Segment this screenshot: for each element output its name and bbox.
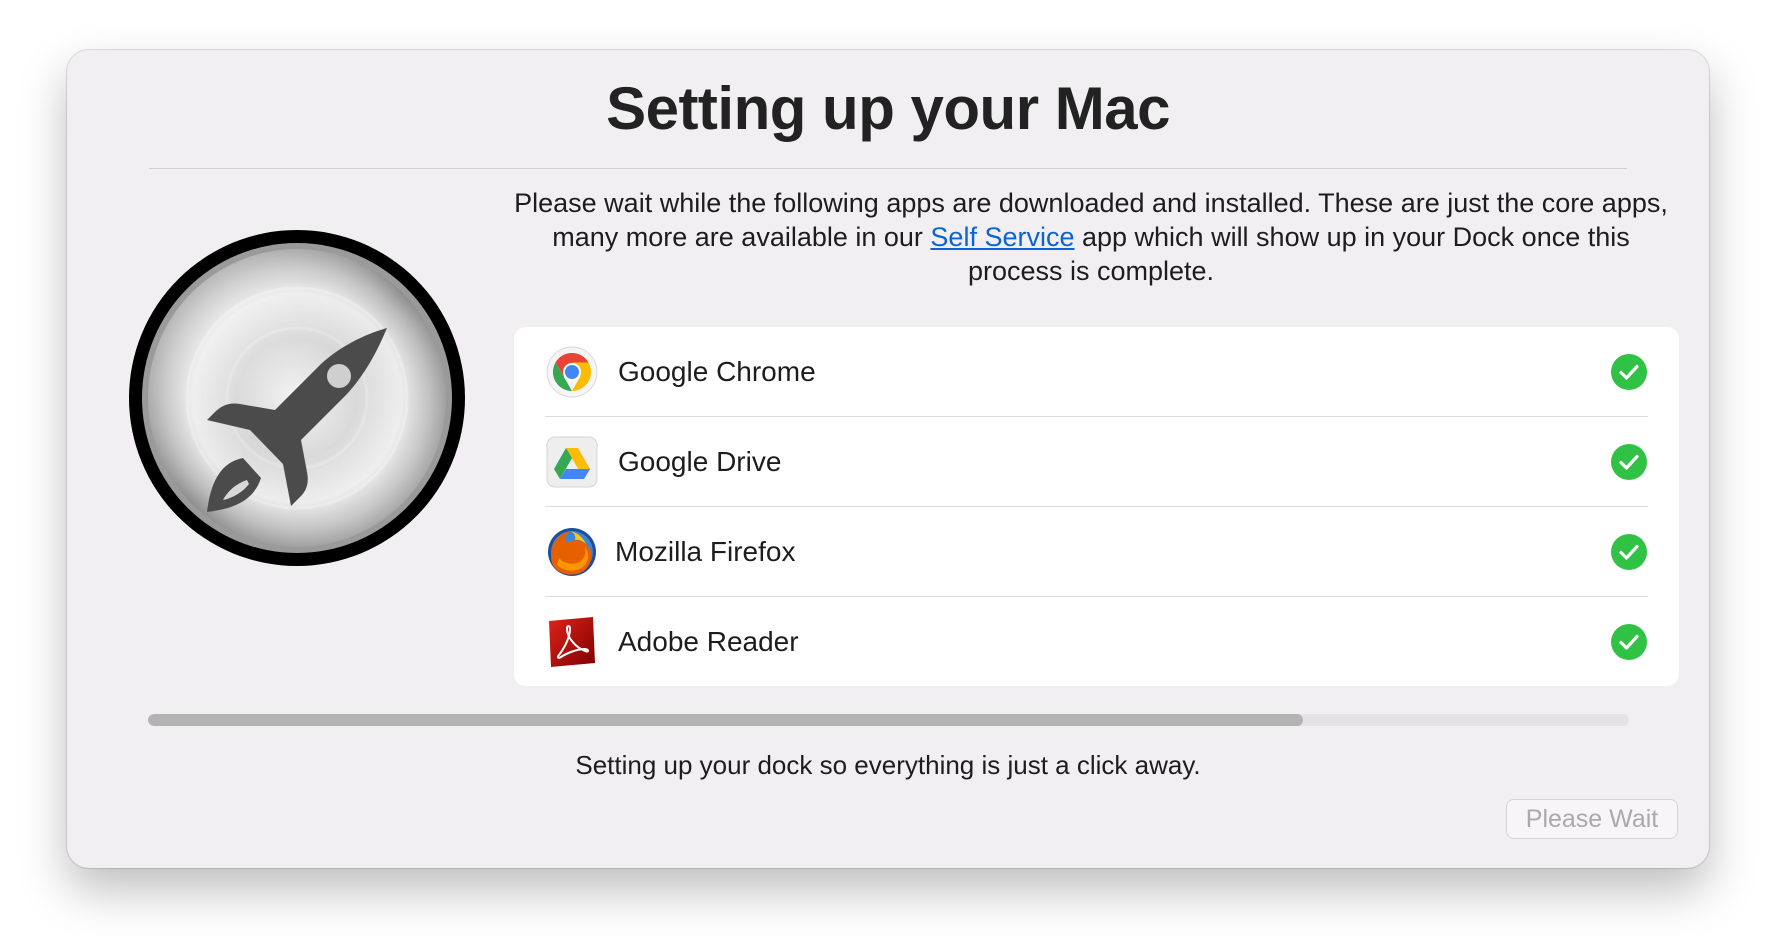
instructions-text: Please wait while the following apps are… (505, 186, 1677, 288)
checkmark-icon (1611, 534, 1647, 570)
please-wait-button[interactable]: Please Wait (1506, 799, 1678, 839)
list-item: Google Drive (545, 417, 1648, 507)
progress-bar (148, 714, 1629, 726)
app-install-list: Google Chrome Google Drive Mozilla Firef… (514, 327, 1679, 686)
list-item: Google Chrome (545, 327, 1648, 417)
app-name: Mozilla Firefox (615, 536, 796, 567)
adobe-reader-icon (549, 617, 595, 667)
self-service-link[interactable]: Self Service (930, 222, 1074, 252)
progress-bar-fill (148, 714, 1304, 726)
list-item: Mozilla Firefox (545, 507, 1648, 597)
title-divider (149, 168, 1627, 169)
chrome-icon (546, 346, 598, 398)
checkmark-icon (1611, 354, 1647, 390)
page-title: Setting up your Mac (606, 75, 1170, 142)
status-message: Setting up your dock so everything is ju… (575, 750, 1201, 780)
app-name: Google Chrome (618, 356, 816, 387)
firefox-icon (548, 528, 596, 576)
list-item: Adobe Reader (545, 597, 1648, 686)
app-name: Google Drive (618, 446, 782, 477)
rocket-launcher-icon (129, 230, 465, 566)
app-name: Adobe Reader (618, 626, 799, 657)
checkmark-icon (1611, 444, 1647, 480)
checkmark-icon (1611, 624, 1647, 660)
google-drive-icon (546, 436, 598, 488)
setup-window: Setting up your Mac Please wait while th… (67, 50, 1709, 868)
